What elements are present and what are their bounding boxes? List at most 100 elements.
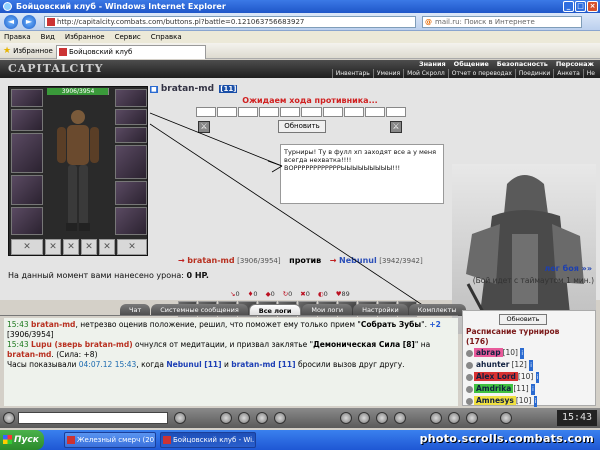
pocket-slot-2[interactable]: ✕ (63, 239, 79, 255)
tournament-title[interactable]: Расписание турниров (466, 327, 559, 336)
private-icon[interactable] (256, 412, 268, 424)
log-nick[interactable]: Lupu (зверь bratan-md) (31, 340, 133, 349)
versus-opponent-name[interactable]: Nebunul (339, 256, 377, 265)
clan-icon (466, 349, 473, 357)
necklace-slot[interactable] (115, 109, 147, 125)
menu-security[interactable]: Безопасность (493, 60, 552, 69)
log-text: , нетрезво оценив положение, решил, что … (75, 320, 361, 329)
info-icon[interactable]: i (529, 360, 533, 371)
player-row-name[interactable]: Alex Lord (474, 372, 518, 381)
filter-icon[interactable] (394, 412, 406, 424)
clear-icon[interactable] (274, 412, 286, 424)
online-icon[interactable] (448, 412, 460, 424)
player-row-name[interactable]: abrap (474, 348, 503, 357)
submenu-transfers[interactable]: Отчет о переводах (447, 69, 515, 78)
chat-settings-icon[interactable] (3, 412, 15, 424)
info-icon[interactable]: i (531, 384, 535, 395)
pocket-slot-6[interactable]: ✕ (117, 239, 147, 255)
clan-icon (466, 385, 473, 393)
info-icon[interactable]: i (520, 348, 525, 359)
translit-icon[interactable] (238, 412, 250, 424)
pocket-slot-3[interactable]: ✕ (81, 239, 97, 255)
weapon-slot[interactable] (11, 133, 43, 173)
belt-slot[interactable] (11, 207, 43, 235)
logs-icon[interactable] (430, 412, 442, 424)
submenu-more[interactable]: Не (582, 69, 598, 78)
player-row-name[interactable]: Amnesys (474, 396, 516, 405)
stat-block-icon: ◆0 (265, 290, 275, 298)
pocket-slot-5[interactable]: ✕ (11, 239, 43, 255)
sound-icon[interactable] (466, 412, 478, 424)
menu-tools[interactable]: Сервис (115, 31, 141, 43)
search-input[interactable]: @ mail.ru: Поиск в Интернете (422, 16, 582, 28)
log-time[interactable]: 15:43 (7, 340, 29, 349)
menu-view[interactable]: Вид (41, 31, 55, 43)
battle-log-link[interactable]: лог боя »» (544, 264, 592, 273)
player-row[interactable]: Amnesys [10] i (466, 395, 539, 407)
log-text: и (223, 360, 229, 369)
send-message-icon[interactable] (174, 412, 186, 424)
info-icon[interactable]: i (535, 372, 540, 383)
submenu-profile[interactable]: Анкета (553, 69, 583, 78)
favorites-button[interactable]: ★ Избранное (3, 46, 53, 56)
close-button[interactable]: × (587, 1, 598, 12)
menu-communication[interactable]: Общение (450, 60, 493, 69)
smiley-icon[interactable] (220, 412, 232, 424)
submenu-scroll[interactable]: Мой Скролл (403, 69, 448, 78)
timeline-cell (385, 107, 406, 117)
browser-tab[interactable]: Бойцовский клуб (56, 45, 206, 59)
menu-character[interactable]: Персонаж (552, 60, 598, 69)
player-row[interactable]: Alex Lord [10] i (466, 371, 540, 383)
amulet-slot[interactable] (11, 109, 43, 131)
log-skill: Собрать Зубы (360, 320, 422, 329)
submenu-inventory[interactable]: Инвентарь (331, 69, 373, 78)
log-nick[interactable]: bratan-md (31, 320, 75, 329)
versus-player-name[interactable]: bratan-md (187, 256, 234, 265)
mail-icon[interactable] (358, 412, 370, 424)
tournament-refresh-button[interactable]: Обновить (499, 314, 547, 325)
player-row-name[interactable]: Amdrika (474, 384, 514, 393)
menu-edit[interactable]: Правка (4, 31, 31, 43)
player-row-name[interactable]: ahunter (474, 360, 512, 369)
menu-knowledge[interactable]: Знания (415, 60, 450, 69)
submenu-skills[interactable]: Умения (372, 69, 403, 78)
submenu-fights[interactable]: Поединки (514, 69, 553, 78)
info-icon[interactable]: i (533, 396, 538, 407)
armor-slot[interactable] (11, 175, 43, 205)
log-nick[interactable]: bratan-md [11] (231, 360, 295, 369)
exit-icon[interactable] (500, 412, 512, 424)
back-icon[interactable]: ◄ (4, 15, 18, 29)
boots-slot[interactable] (115, 207, 147, 235)
taskbar-item-combats[interactable]: Бойцовский клуб - Wi... (160, 432, 256, 448)
start-button[interactable]: Пуск (0, 430, 44, 450)
gloves-slot[interactable] (115, 181, 147, 205)
player-name[interactable]: bratan-md (161, 84, 214, 94)
ring-slot[interactable] (115, 127, 147, 143)
character-figure (57, 110, 99, 231)
shield-slot[interactable] (115, 145, 147, 179)
friends-icon[interactable] (340, 412, 352, 424)
log-nick[interactable]: Nebunul [11] (166, 360, 221, 369)
hp-icon[interactable] (376, 412, 388, 424)
forward-icon[interactable]: ► (22, 15, 36, 29)
battle-refresh-button[interactable]: Обновить (278, 120, 326, 133)
log-time[interactable]: 15:43 (7, 320, 29, 329)
log-nick[interactable]: bratan-md (7, 350, 51, 359)
minimize-button[interactable]: _ (563, 1, 574, 12)
player-row[interactable]: abrap [10] i (466, 347, 539, 359)
address-input[interactable]: http://capitalcity.combats.com/buttons.p… (44, 16, 416, 28)
menu-help[interactable]: Справка (151, 31, 182, 43)
menu-favorites[interactable]: Избранное (65, 31, 105, 43)
taskbar-item-movie[interactable]: Железный смерч (2011)... (64, 432, 156, 448)
pocket-slot-4[interactable]: ✕ (99, 239, 115, 255)
pocket-slot-1[interactable]: ✕ (45, 239, 61, 255)
player-row[interactable]: ahunter [12] i (466, 359, 539, 371)
helmet-slot[interactable] (11, 89, 43, 107)
player-row[interactable]: Amdrika [11] i (466, 383, 539, 395)
maximize-button[interactable]: □ (575, 1, 586, 12)
log-text: очнулся от медитации, и призвал заклятье… (132, 340, 314, 349)
player-alignment-icon: ■ (150, 86, 158, 93)
stat-hit: 0 (235, 290, 240, 298)
earring-slot[interactable] (115, 89, 147, 107)
chat-input[interactable] (18, 412, 168, 424)
